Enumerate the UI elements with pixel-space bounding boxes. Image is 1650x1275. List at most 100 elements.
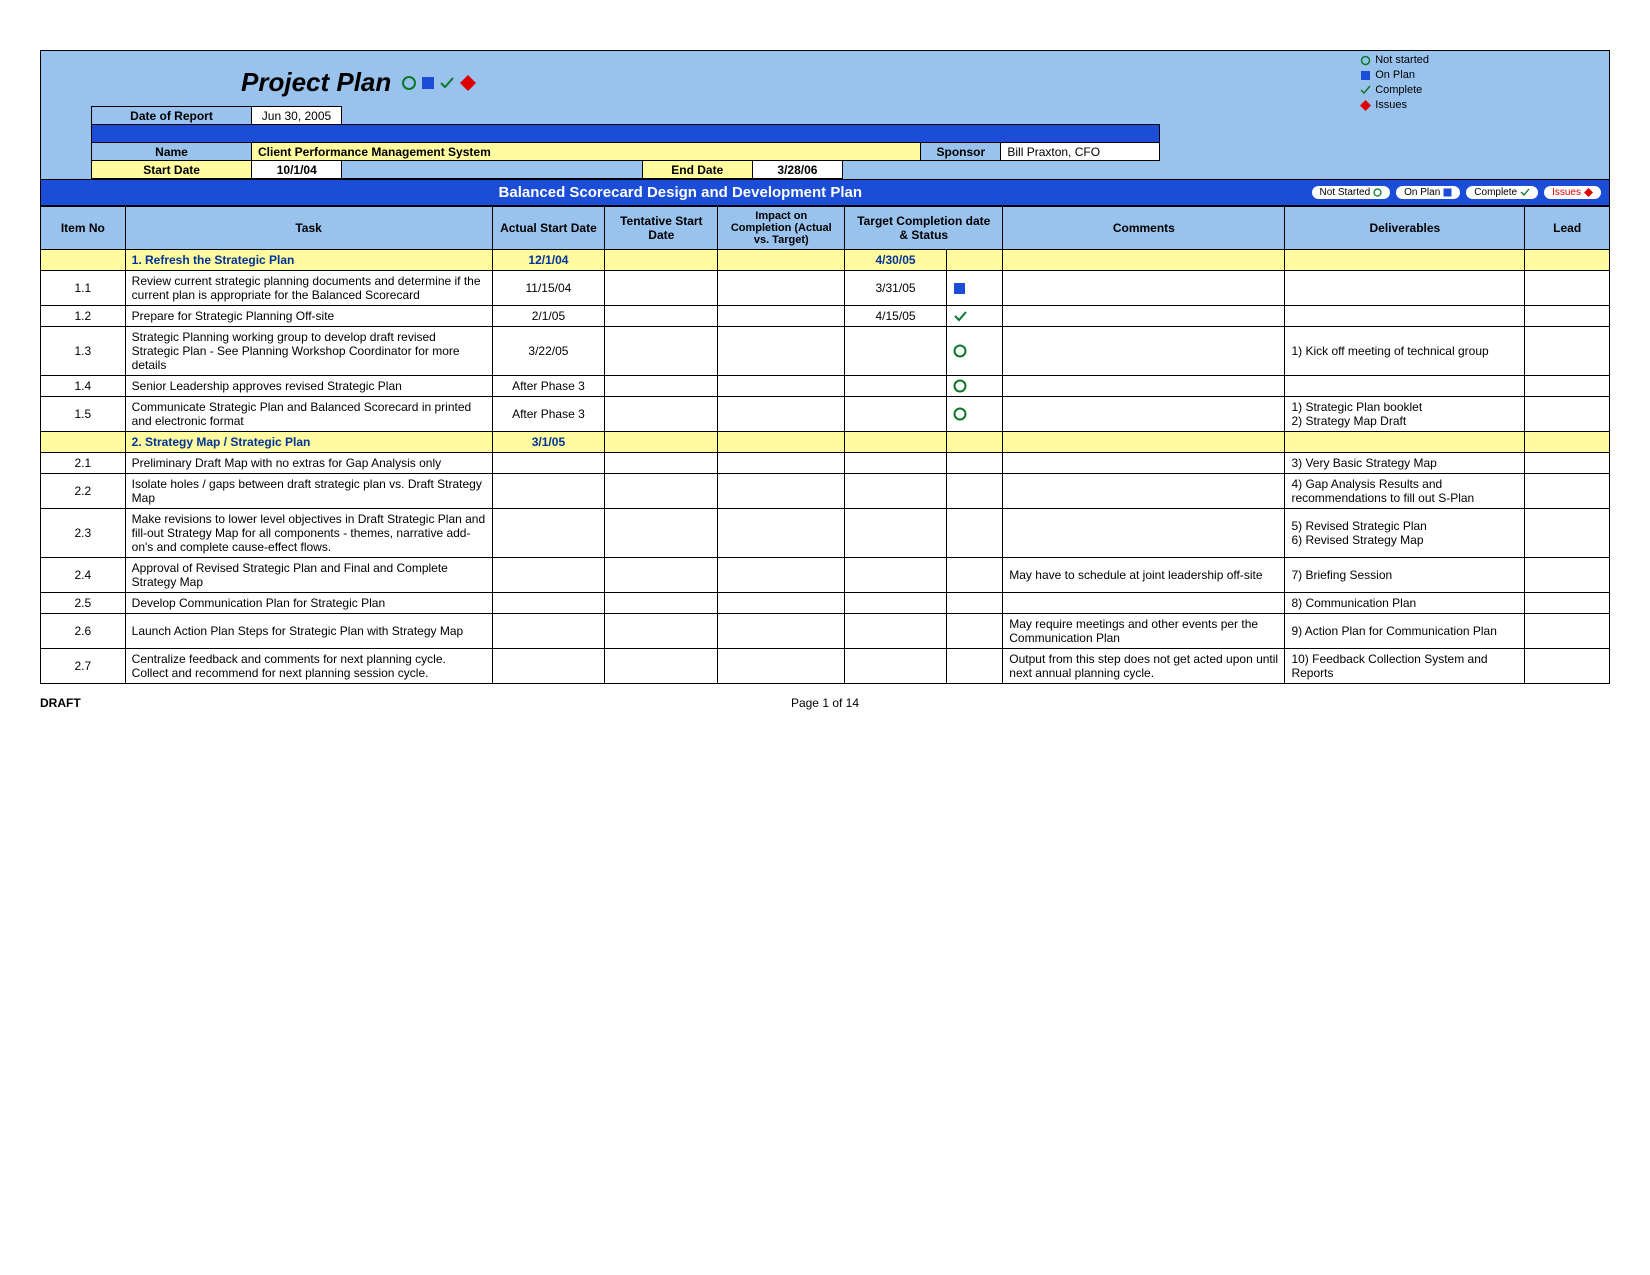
table-row: 2.4Approval of Revised Strategic Plan an… <box>41 558 1610 593</box>
section-label: 2. Strategy Map / Strategic Plan <box>125 432 492 453</box>
cell-lead <box>1525 474 1610 509</box>
name-value: Client Performance Management System <box>252 143 921 161</box>
section-title-row: Balanced Scorecard Design and Developmen… <box>40 180 1610 206</box>
legend: Not started On Plan Complete Issues <box>1360 53 1429 113</box>
cell-impact <box>718 474 845 509</box>
cell-comments: May have to schedule at joint leadership… <box>1003 558 1285 593</box>
col-target: Target Completion date & Status <box>845 207 1003 250</box>
cell-deliverables: 3) Very Basic Strategy Map <box>1285 453 1525 474</box>
cell-status-icon <box>946 558 1002 593</box>
cell-status-icon <box>946 376 1002 397</box>
pill-on-plan: On Plan <box>1396 186 1460 199</box>
table-row: 1.1Review current strategic planning doc… <box>41 271 1610 306</box>
col-task: Task <box>125 207 492 250</box>
legend-complete: Complete <box>1360 83 1429 98</box>
cell-impact <box>718 614 845 649</box>
start-date-label: Start Date <box>92 161 252 179</box>
cell-actual-start: 2/1/05 <box>492 306 605 327</box>
cell-item-no: 1.2 <box>41 306 126 327</box>
cell-comments <box>1003 376 1285 397</box>
cell-actual-start <box>492 614 605 649</box>
cell-lead <box>1525 327 1610 376</box>
cell-impact <box>718 376 845 397</box>
cell-deliverables <box>1285 271 1525 306</box>
cell-actual-start <box>492 474 605 509</box>
cell-actual-start <box>492 649 605 684</box>
cell-task: Prepare for Strategic Planning Off-site <box>125 306 492 327</box>
section-actual-start: 3/1/05 <box>492 432 605 453</box>
cell-task: Communicate Strategic Plan and Balanced … <box>125 397 492 432</box>
table-row: 1.3Strategic Planning working group to d… <box>41 327 1610 376</box>
cell-status-icon <box>946 271 1002 306</box>
cell-tentative-start <box>605 509 718 558</box>
cell-comments <box>1003 509 1285 558</box>
cell-target-date <box>845 593 947 614</box>
legend-not-started: Not started <box>1360 53 1429 68</box>
table-row: 2.6Launch Action Plan Steps for Strategi… <box>41 614 1610 649</box>
cell-status-icon <box>946 593 1002 614</box>
cell-actual-start: After Phase 3 <box>492 376 605 397</box>
legend-issues-label: Issues <box>1375 98 1407 113</box>
cell-comments: Output from this step does not get acted… <box>1003 649 1285 684</box>
table-row: 1.4Senior Leadership approves revised St… <box>41 376 1610 397</box>
cell-status-icon <box>946 509 1002 558</box>
cell-task: Review current strategic planning docume… <box>125 271 492 306</box>
cell-lead <box>1525 306 1610 327</box>
footer: DRAFT Page 1 of 14 <box>40 696 1610 710</box>
cell-task: Preliminary Draft Map with no extras for… <box>125 453 492 474</box>
cell-tentative-start <box>605 453 718 474</box>
cell-deliverables: 9) Action Plan for Communication Plan <box>1285 614 1525 649</box>
cell-comments <box>1003 453 1285 474</box>
cell-lead <box>1525 376 1610 397</box>
cell-task: Make revisions to lower level objectives… <box>125 509 492 558</box>
cell-lead <box>1525 397 1610 432</box>
cell-lead <box>1525 558 1610 593</box>
section-title: Balanced Scorecard Design and Developmen… <box>49 184 1312 201</box>
cell-tentative-start <box>605 327 718 376</box>
cell-task: Senior Leadership approves revised Strat… <box>125 376 492 397</box>
cell-status-icon <box>946 453 1002 474</box>
cell-item-no: 1.3 <box>41 327 126 376</box>
cell-impact <box>718 327 845 376</box>
cell-tentative-start <box>605 614 718 649</box>
cell-deliverables: 10) Feedback Collection System and Repor… <box>1285 649 1525 684</box>
cell-impact <box>718 593 845 614</box>
cell-deliverables: 1) Strategic Plan booklet2) Strategy Map… <box>1285 397 1525 432</box>
section-target <box>845 432 947 453</box>
end-date-label: End Date <box>642 161 752 179</box>
legend-issues: Issues <box>1360 98 1429 113</box>
cell-tentative-start <box>605 271 718 306</box>
cell-tentative-start <box>605 306 718 327</box>
cell-lead <box>1525 593 1610 614</box>
legend-on-plan: On Plan <box>1360 68 1429 83</box>
cell-item-no: 2.5 <box>41 593 126 614</box>
cell-target-date <box>845 327 947 376</box>
legend-not-started-label: Not started <box>1375 53 1429 68</box>
cell-item-no: 1.4 <box>41 376 126 397</box>
cell-status-icon <box>946 397 1002 432</box>
cell-comments <box>1003 327 1285 376</box>
cell-comments <box>1003 397 1285 432</box>
col-lead: Lead <box>1525 207 1610 250</box>
cell-item-no: 1.5 <box>41 397 126 432</box>
cell-impact <box>718 509 845 558</box>
cell-comments <box>1003 271 1285 306</box>
cell-impact <box>718 453 845 474</box>
pill-not-started: Not Started <box>1312 186 1391 199</box>
table-row: 2.5Develop Communication Plan for Strate… <box>41 593 1610 614</box>
cell-lead <box>1525 614 1610 649</box>
diamond-icon <box>459 74 477 92</box>
col-tentative-start: Tentative Start Date <box>605 207 718 250</box>
legend-complete-label: Complete <box>1375 83 1422 98</box>
cell-impact <box>718 271 845 306</box>
table-row: 2.2Isolate holes / gaps between draft st… <box>41 474 1610 509</box>
cell-status-icon <box>946 474 1002 509</box>
cell-actual-start: 11/15/04 <box>492 271 605 306</box>
section-target: 4/30/05 <box>845 250 947 271</box>
cell-actual-start <box>492 558 605 593</box>
pill-issues: Issues <box>1544 186 1601 199</box>
cell-status-icon <box>946 649 1002 684</box>
cell-deliverables <box>1285 306 1525 327</box>
meta-block: Date of Report Jun 30, 2005 Name Client … <box>91 106 1609 179</box>
cell-task: Centralize feedback and comments for nex… <box>125 649 492 684</box>
